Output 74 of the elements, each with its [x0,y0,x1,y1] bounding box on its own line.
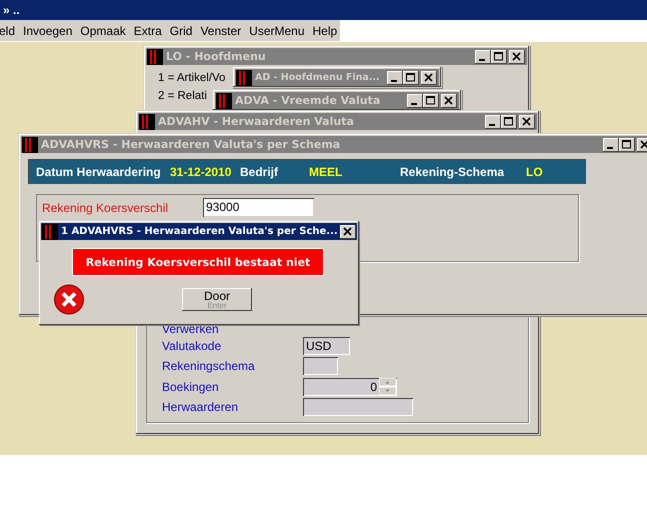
field-label: Boekingen [162,380,220,394]
minimize-button[interactable] [387,70,403,84]
app-title: » .. [3,3,20,17]
menu-item[interactable]: Extra [134,24,167,38]
maximize-icon [406,73,416,82]
field-label: Verwerken [162,322,220,336]
menu-item[interactable]: UserMenu [249,24,310,38]
close-icon [444,96,454,105]
menu-item[interactable]: Help [312,24,342,38]
maximize-button[interactable] [501,114,517,128]
minimize-button[interactable] [485,114,501,128]
maximize-icon [622,140,632,149]
close-icon [522,117,532,126]
error-icon [53,284,86,315]
minimize-button[interactable] [603,138,619,152]
close-icon [640,140,647,149]
minimize-button[interactable] [407,94,423,108]
menu-item[interactable]: Invoegen [23,24,78,38]
minimize-button[interactable] [475,50,491,64]
app-icon [236,70,252,86]
window-title: ADVAHV - Herwaarderen Valuta [158,115,355,128]
window-title: ADVAHVRS - Herwaarderen Valuta's per Schema [41,138,342,151]
window-title: ADVA - Vreemde Valuta [235,94,382,107]
menu-option[interactable]: 2 = Relati [158,90,207,102]
field-label: Valutakode [162,339,222,354]
field-label: Rekeningschema [162,359,256,374]
close-button[interactable] [340,224,356,238]
maximize-icon [494,52,504,61]
maximize-button[interactable] [491,50,507,64]
menu-item[interactable]: Venster [200,24,246,38]
close-icon [343,227,353,236]
minimize-icon [391,80,397,82]
maximize-button[interactable] [423,94,439,108]
maximize-icon [426,96,436,105]
minimize-icon [607,146,613,148]
maximize-icon [504,117,514,126]
maximize-button[interactable] [403,70,419,84]
header-label: Datum Herwaardering [36,164,161,178]
menu-option[interactable]: 1 = Artikel/Vo [158,72,226,84]
field-label: Herwaarderen [162,400,240,414]
header-label: Rekening-Schema [400,164,504,178]
maximize-button[interactable] [619,138,635,152]
close-button[interactable] [509,50,525,64]
menu-item[interactable]: Opmaak [80,24,131,38]
minimize-icon [411,102,417,104]
minimize-icon [489,124,495,126]
door-button[interactable]: Door Enter [182,288,252,311]
error-message: Rekening Koersverschil bestaat niet [73,249,323,275]
spin-field[interactable]: 0 [303,378,397,396]
field-label: Rekening Koersverschil [42,200,170,215]
header-value: MEEL [309,164,342,178]
header-value: 31-12-2010 [170,164,232,178]
close-button[interactable] [519,114,535,128]
header-label: Bedrijf [240,164,278,178]
app-icon [216,92,232,108]
header-value: LO [526,164,543,178]
minimize-icon [479,58,485,60]
app-icon [42,224,58,240]
app-icon [22,136,38,152]
input-field[interactable]: USD [303,337,350,356]
input-field[interactable] [303,357,338,376]
window-title: LO - Hoofdmenu [166,50,267,63]
close-icon [512,52,522,61]
app-icon [147,48,163,64]
menu-item[interactable]: Grid [170,24,198,38]
spinner-arrows-icon[interactable] [379,378,396,396]
close-button[interactable] [421,70,437,84]
app-icon [139,114,155,130]
close-icon [424,73,434,82]
dialog-title: 1 ADVAHVRS - Herwaarderen Valuta's per Sche... [61,226,335,237]
close-button[interactable] [441,94,457,108]
input-field[interactable]: 93000 [203,198,314,217]
input-field[interactable] [303,398,413,416]
window-title: AD - Hoofdmenu Fina... [255,72,381,83]
